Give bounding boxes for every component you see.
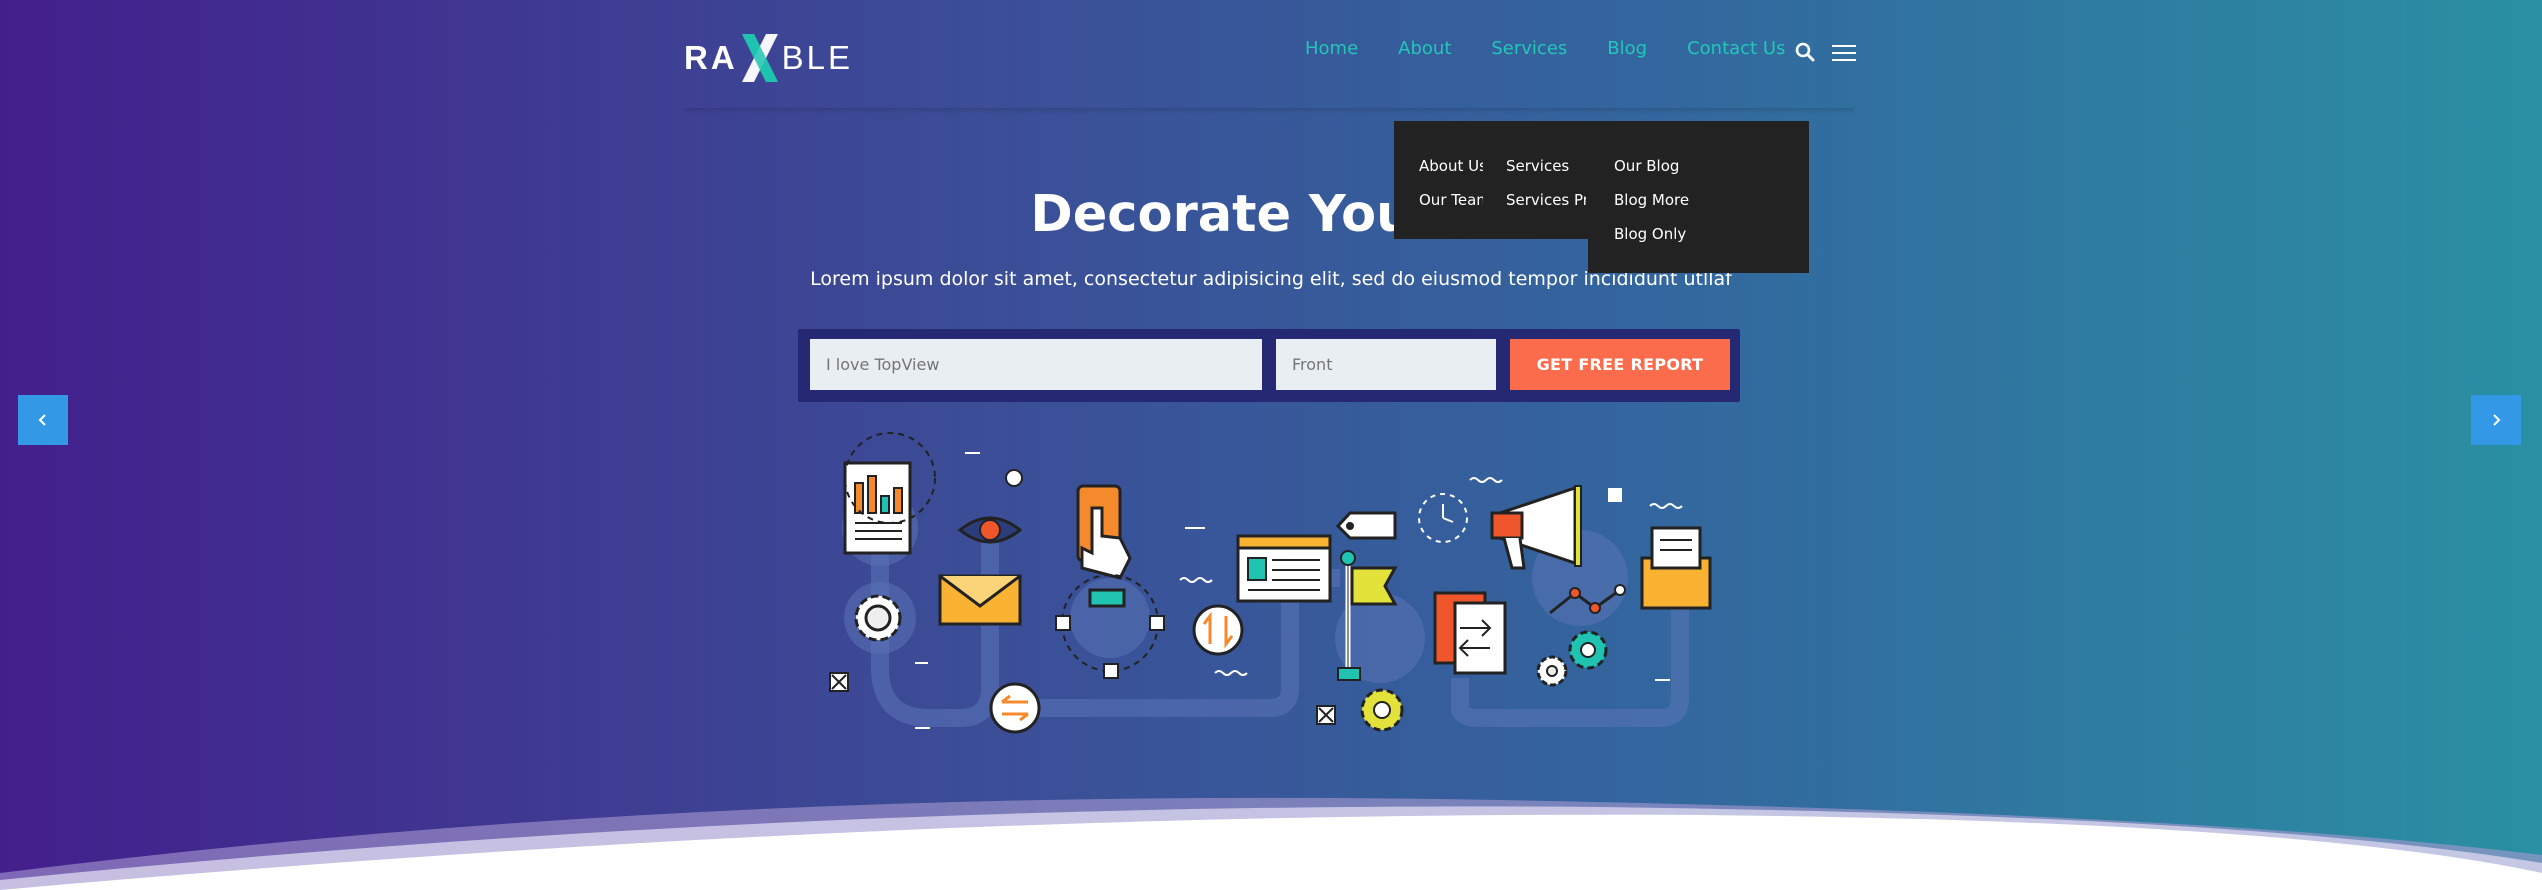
logo-text-right: BLE (781, 39, 854, 76)
megaphone-icon (1490, 485, 1582, 570)
gear-icon (854, 594, 902, 642)
sort-arrows-icon (1192, 604, 1244, 656)
dropdown-column-blog: Our Blog Blog More Blog Only (1614, 149, 1764, 251)
dropdown-item-blog-only[interactable]: Blog Only (1614, 217, 1764, 251)
white-gear-icon (1536, 655, 1568, 687)
nav-dropdown: About Us Our Team Services Services Pro … (1394, 121, 1809, 273)
hero-subtitle: Lorem ipsum dolor sit amet, consectetur … (810, 268, 1732, 290)
dropdown-item-our-blog[interactable]: Our Blog (1614, 149, 1764, 183)
clock-icon (1418, 493, 1468, 543)
file-transfer-icon (1433, 591, 1507, 675)
hero-section: RA BLE Home About Services Blog Contact … (0, 0, 2542, 890)
hamburger-menu-icon[interactable] (1832, 44, 1856, 66)
dropdown-column-about: About Us Our Team (1419, 149, 1483, 217)
open-envelope-icon (1640, 526, 1712, 610)
dropdown-item-our-team[interactable]: Our Team (1419, 183, 1483, 217)
nav-contact[interactable]: Contact Us (1687, 38, 1785, 59)
hero-illustration (829, 432, 1712, 734)
eye-icon (957, 516, 1023, 544)
report-document-icon (843, 461, 912, 555)
slider-prev-button[interactable] (18, 395, 68, 445)
dropdown-item-about-us[interactable]: About Us (1419, 149, 1483, 183)
teal-gear-icon (1568, 630, 1608, 670)
chevron-left-icon (38, 414, 46, 426)
logo-x-mark (740, 30, 780, 86)
chevron-right-icon (2493, 414, 2501, 426)
yellow-gear-icon (1360, 688, 1404, 732)
nav-about[interactable]: About (1398, 38, 1451, 59)
name-input[interactable] (810, 339, 1262, 390)
dropdown-item-services[interactable]: Services (1506, 149, 1586, 183)
bottom-wave (0, 797, 2542, 890)
envelope-icon (938, 574, 1022, 626)
main-nav: Home About Services Blog Contact Us (1305, 38, 1856, 62)
header-divider (684, 108, 1854, 114)
report-form: GET FREE REPORT (798, 329, 1740, 402)
hero-title: Decorate Your W (1030, 185, 1512, 244)
front-input[interactable] (1276, 339, 1496, 390)
slider-next-button[interactable] (2471, 395, 2521, 445)
brand-logo[interactable]: RA BLE (684, 30, 853, 86)
nav-home[interactable]: Home (1305, 38, 1358, 59)
get-free-report-button[interactable]: GET FREE REPORT (1510, 339, 1730, 390)
swap-arrows-icon (989, 682, 1041, 734)
nav-blog[interactable]: Blog (1607, 38, 1647, 59)
logo-text-left: RA (684, 39, 738, 76)
dropdown-item-services-pro[interactable]: Services Pro (1506, 183, 1586, 217)
nav-services[interactable]: Services (1491, 38, 1567, 59)
dropdown-column-services: Services Services Pro (1506, 149, 1586, 217)
dropdown-item-blog-more[interactable]: Blog More (1614, 183, 1764, 217)
search-icon[interactable] (1795, 42, 1815, 66)
browser-window-icon (1236, 534, 1332, 603)
tag-icon (1335, 511, 1397, 540)
